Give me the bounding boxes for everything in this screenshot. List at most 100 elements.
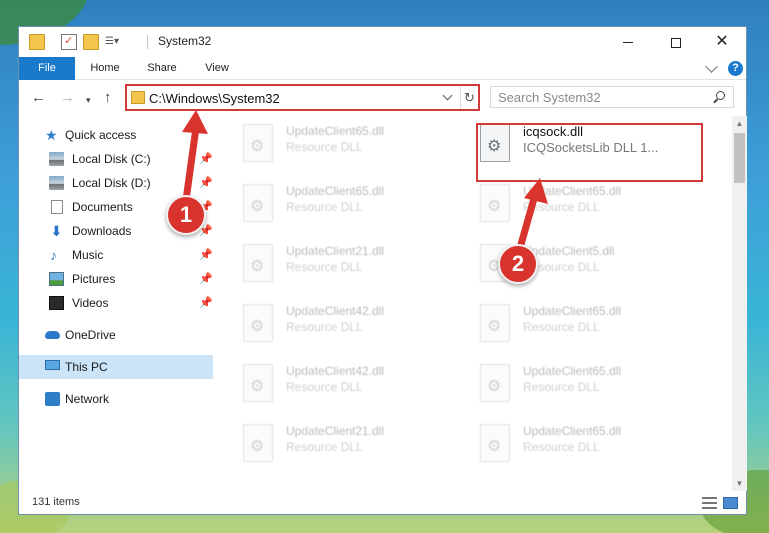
item-count: 131 items [32,496,80,508]
file-type: Resource DLL [286,380,363,394]
tab-file[interactable]: File [19,57,75,80]
maximize-button[interactable] [653,27,699,56]
tab-home[interactable]: Home [79,57,131,80]
dll-file-icon [243,304,273,342]
file-item[interactable]: UpdateClient42.dll Resource DLL [213,358,433,414]
window-title: System32 [158,34,212,48]
file-name: UpdateClient21.dll [286,424,385,438]
dll-file-icon [480,304,510,342]
explorer-window: ☰▾ System32 ✕ File Home Share View ? ← →… [18,26,747,515]
quick-access-customize-button[interactable]: ☰▾ [105,34,121,50]
sidebar-item-videos[interactable]: Videos 📌 [49,292,213,314]
file-item[interactable]: UpdateClient65.dll Resource DLL [450,298,670,354]
title-separator [147,35,148,49]
expand-ribbon-chevron-icon[interactable] [705,60,718,73]
minimize-button[interactable] [605,27,651,56]
file-item[interactable]: UpdateClient5.dll Resource DLL [450,238,670,294]
pin-icon[interactable]: 📌 [199,244,213,266]
sidebar-item-label: Documents [72,200,133,214]
new-folder-button[interactable] [83,34,99,50]
vertical-scrollbar[interactable]: ▲ ▼ [732,116,747,491]
file-item[interactable]: UpdateClient65.dll Resource DLL [213,178,433,234]
details-view-icon[interactable] [702,497,717,509]
properties-button[interactable] [61,34,77,50]
file-name: UpdateClient65.dll [286,124,385,138]
scroll-thumb[interactable] [734,133,745,183]
file-item[interactable]: UpdateClient42.dll Resource DLL [213,298,433,354]
file-item[interactable]: UpdateClient65.dll Resource DLL [450,178,670,234]
sidebar-item-local-disk-d[interactable]: Local Disk (D:) 📌 [49,172,213,194]
dll-file-icon [480,184,510,222]
sidebar-item-quick-access[interactable]: ★ Quick access [45,124,213,146]
step-2-callout: 2 [498,244,538,284]
help-icon[interactable]: ? [728,61,743,76]
sidebar-item-label: Videos [72,296,109,310]
file-item[interactable]: UpdateClient21.dll Resource DLL [213,238,433,294]
file-type: Resource DLL [286,260,363,274]
file-type: Resource DLL [286,140,363,154]
icqsock-highlight-box [476,123,703,182]
navigation-bar: ← → ▾ ↑ C:\Windows\System32 ↻ Search Sys… [19,81,746,115]
dll-file-icon [243,124,273,162]
search-placeholder: Search System32 [498,90,601,105]
refresh-button[interactable]: ↻ [460,86,478,109]
up-button[interactable]: ↑ [104,90,112,105]
file-name: UpdateClient65.dll [523,184,622,198]
computer-icon [45,360,60,370]
back-button[interactable]: ← [31,90,46,105]
minimize-icon [623,42,633,44]
scroll-down-arrow-icon[interactable]: ▼ [732,476,747,491]
sidebar-item-music[interactable]: ♪ Music 📌 [49,244,213,266]
sidebar-item-label: Downloads [72,224,132,238]
file-name: UpdateClient65.dll [523,364,622,378]
dll-file-icon [243,184,273,222]
pin-icon[interactable]: 📌 [199,268,213,290]
file-name: UpdateClient65.dll [286,184,385,198]
file-name: UpdateClient5.dll [523,244,615,258]
close-icon: ✕ [715,33,729,50]
file-type: Resource DLL [523,200,600,214]
sidebar-item-local-disk-c[interactable]: Local Disk (C:) 📌 [49,148,213,170]
download-icon: ⬇ [50,223,63,239]
pin-icon[interactable]: 📌 [199,292,213,314]
address-dropdown-chevron-icon[interactable] [442,90,453,101]
file-item[interactable]: UpdateClient21.dll Resource DLL [213,418,433,474]
large-icons-view-icon[interactable] [723,497,738,509]
forward-button[interactable]: → [60,90,75,105]
sidebar-item-label: Music [72,248,104,262]
sidebar-item-network[interactable]: Network [45,388,213,410]
address-path[interactable]: C:\Windows\System32 [149,91,280,106]
sidebar-item-onedrive[interactable]: OneDrive [45,324,213,346]
file-item[interactable]: UpdateClient65.dll Resource DLL [450,418,670,474]
drive-icon [49,152,64,166]
tab-view[interactable]: View [193,57,241,80]
file-item[interactable]: UpdateClient65.dll Resource DLL [450,358,670,414]
file-type: Resource DLL [286,200,363,214]
pin-icon[interactable]: 📌 [199,172,213,194]
file-type: Resource DLL [523,380,600,394]
recent-locations-chevron-icon[interactable]: ▾ [86,93,91,108]
sidebar-item-this-pc[interactable]: This PC [45,356,213,378]
tab-share[interactable]: Share [137,57,187,80]
dll-file-icon [480,424,510,462]
scroll-up-arrow-icon[interactable]: ▲ [732,116,747,131]
pin-icon[interactable]: 📌 [199,148,213,170]
file-type: Resource DLL [523,320,600,334]
address-bar[interactable]: C:\Windows\System32 ↻ [125,84,480,111]
videos-icon [49,296,64,310]
search-input[interactable]: Search System32 [490,86,734,108]
file-item[interactable]: UpdateClient65.dll Resource DLL [213,118,433,174]
dll-file-icon [480,364,510,402]
refresh-icon: ↻ [464,90,475,105]
sidebar-item-pictures[interactable]: Pictures 📌 [49,268,213,290]
title-bar: ☰▾ System32 ✕ [19,27,746,57]
network-icon [45,392,60,406]
navigation-pane: ★ Quick access Local Disk (C:) 📌 Local D… [19,116,213,491]
search-icon [716,91,725,100]
close-button[interactable]: ✕ [699,27,745,56]
sidebar-item-label: OneDrive [65,328,116,342]
sidebar-item-label: Local Disk (C:) [72,152,151,166]
file-name: UpdateClient21.dll [286,244,385,258]
sidebar-item-label: Pictures [72,272,116,286]
folder-icon [29,34,45,50]
